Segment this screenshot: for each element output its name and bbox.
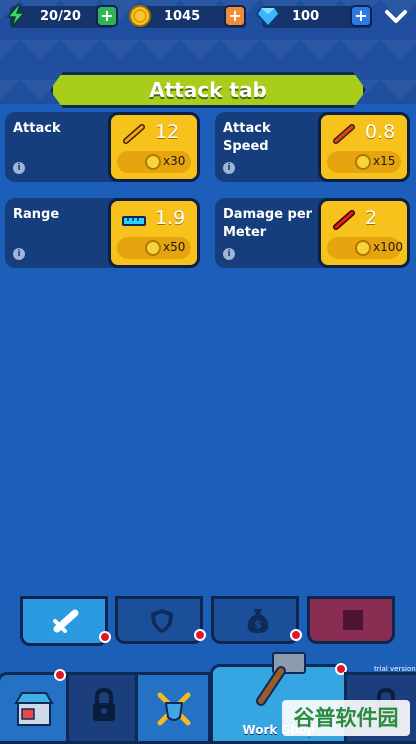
energy-counter: 20/20 +: [6, 4, 118, 28]
stat-label: Range: [13, 207, 60, 222]
nav-shop[interactable]: [0, 669, 69, 744]
sword-icon: [123, 124, 145, 144]
tab-attack[interactable]: [20, 596, 111, 646]
notification-dot: [54, 669, 66, 681]
upgrade-damage-per-meter-button[interactable]: 2 x100: [318, 198, 410, 268]
upgrade-range-button[interactable]: 1.9 x50: [108, 198, 200, 268]
shop-icon: [14, 692, 54, 726]
gem-value: 100: [292, 9, 320, 24]
coin-icon: [355, 240, 371, 256]
stat-value: 1.9: [155, 207, 186, 229]
hammer-icon: [256, 652, 306, 706]
gem-counter: 100 +: [256, 5, 372, 28]
watermark-logo: 谷普软件园: [282, 700, 410, 736]
tab-defense[interactable]: [115, 596, 206, 644]
money-bag-icon: $: [247, 609, 269, 633]
upgrade-attack-speed-button[interactable]: 0.8 x15: [318, 112, 410, 182]
box-icon: [343, 610, 363, 630]
info-icon[interactable]: i: [13, 248, 25, 260]
shield-icon: [151, 609, 173, 633]
lock-icon: [93, 687, 115, 721]
coin-icon: [145, 240, 161, 256]
stat-card-range: Range i 1.9 x50: [5, 198, 200, 268]
red-sword-icon: [333, 210, 355, 230]
energy-value: 20/20: [40, 9, 81, 24]
stat-value: 12: [155, 121, 180, 143]
stat-card-attack: Attack i 12 x30: [5, 112, 200, 182]
stat-card-attack-speed: Attack Speed i 0.8 x15: [215, 112, 410, 182]
coin-icon: [129, 5, 151, 27]
stat-label: Damage per Meter: [223, 207, 313, 240]
fast-sword-icon: [333, 124, 355, 144]
coin-icon: [145, 154, 161, 170]
trial-version-label: trial version: [374, 665, 416, 673]
upgrade-cost: x50: [117, 237, 191, 259]
gem-icon: [256, 7, 280, 28]
notification-dot: [194, 629, 206, 641]
stat-card-damage-per-meter: Damage per Meter i 2 x100: [215, 198, 410, 268]
upgrade-cost: x100: [327, 237, 404, 259]
ruler-icon: [122, 216, 146, 226]
crossed-swords-icon: [157, 692, 191, 726]
upgrade-price: x100: [373, 240, 404, 254]
coin-value: 1045: [164, 9, 201, 24]
nav-battle[interactable]: [135, 672, 211, 744]
stat-label: Attack Speed: [223, 121, 271, 154]
stat-value: 0.8: [365, 121, 396, 143]
sword-icon: [53, 609, 79, 633]
chevron-down-icon[interactable]: [384, 8, 408, 26]
upgrade-attack-button[interactable]: 12 x30: [108, 112, 200, 182]
coin-counter: 1045 +: [129, 5, 246, 28]
info-icon[interactable]: i: [223, 248, 235, 260]
stat-value: 2: [365, 207, 378, 229]
page-title-banner: Attack tab: [50, 72, 366, 108]
add-coins-button[interactable]: +: [224, 5, 246, 27]
svg-text:$: $: [254, 618, 262, 631]
add-energy-button[interactable]: +: [96, 5, 118, 27]
nav-locked-1[interactable]: [66, 672, 138, 744]
upgrade-cost: x15: [327, 151, 401, 173]
tab-locked[interactable]: [307, 596, 395, 644]
coin-icon: [355, 154, 371, 170]
upgrade-price: x50: [163, 240, 186, 254]
stat-label: Attack: [13, 121, 61, 136]
notification-dot: [99, 631, 111, 643]
notification-dot: [290, 629, 302, 641]
page-title: Attack tab: [149, 78, 267, 102]
add-gems-button[interactable]: +: [350, 5, 372, 27]
info-icon[interactable]: i: [223, 162, 235, 174]
upgrade-price: x15: [373, 154, 396, 168]
upgrade-price: x30: [163, 154, 186, 168]
info-icon[interactable]: i: [13, 162, 25, 174]
tab-income[interactable]: $: [211, 596, 302, 644]
upgrade-cost: x30: [117, 151, 191, 173]
lightning-icon: [6, 4, 26, 28]
